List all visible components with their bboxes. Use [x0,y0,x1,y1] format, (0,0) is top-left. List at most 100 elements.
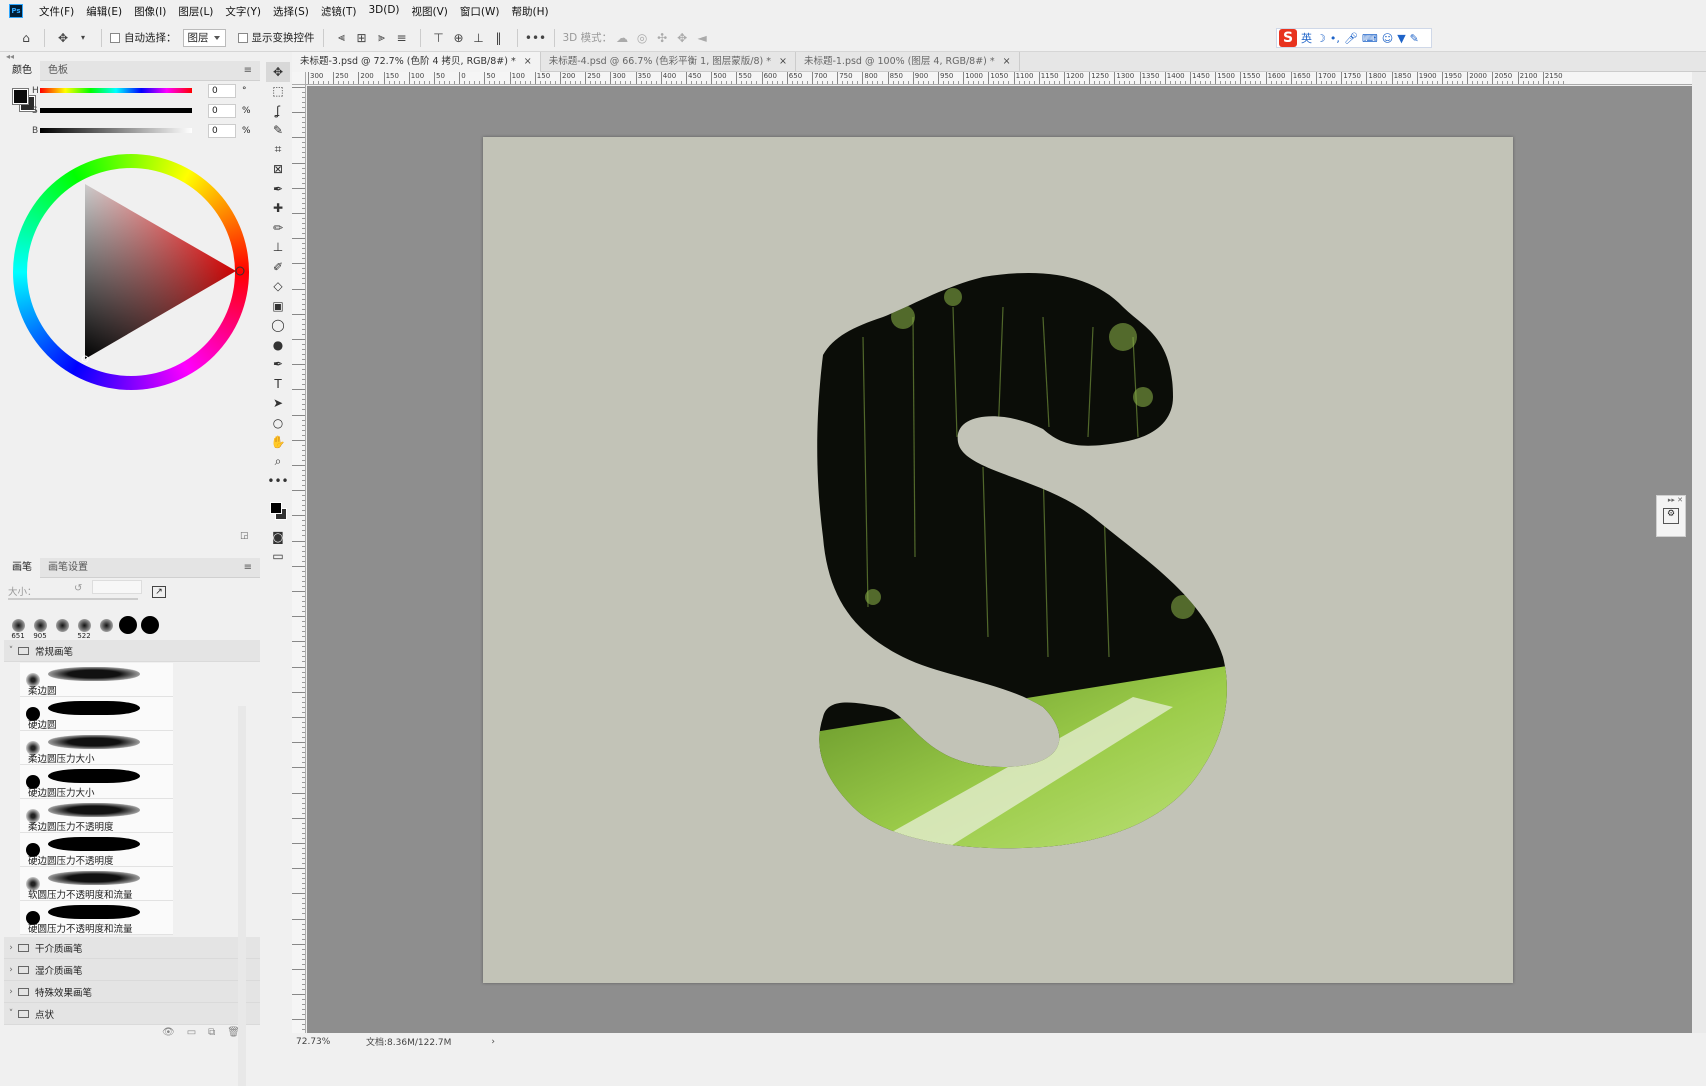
3d-pan-icon[interactable]: ✣ [655,31,669,45]
move-tool-icon[interactable]: ✥ [56,31,70,45]
brush-list-scrollbar[interactable] [238,706,246,1086]
menu-item-8[interactable]: 视图(V) [406,4,454,19]
brush-preset[interactable]: 651 [8,614,28,640]
screen-mode-icon[interactable]: ▭ [266,547,290,567]
tab-color[interactable]: 颜色 [4,60,40,81]
eraser-tool-icon[interactable]: ◇ [266,277,290,297]
type-tool-icon[interactable]: T [266,374,290,394]
brush-item[interactable]: 硬边圆 [20,697,173,731]
close-icon[interactable]: × [1003,52,1011,72]
3d-roll-icon[interactable]: ◎ [635,31,649,45]
distribute-v-icon[interactable]: ‖ [492,31,506,45]
new-group-icon[interactable]: ▭ [187,1027,196,1038]
distribute-icon[interactable]: ≡ [395,31,409,45]
keyboard-icon[interactable]: ⌨ [1362,32,1378,45]
color-wheel[interactable] [13,154,249,390]
align-right-icon[interactable]: ⫸ [375,30,389,45]
3d-slide-icon[interactable]: ✥ [675,31,689,45]
show-transform-checkbox[interactable] [237,32,248,43]
fg-bg-color-icon[interactable] [266,497,290,527]
eyedropper-tool-icon[interactable]: ✒ [266,179,290,199]
healing-tool-icon[interactable]: ✚ [266,199,290,219]
frame-tool-icon[interactable]: ⊠ [266,160,290,180]
brush-group[interactable]: › 干介质画笔 [4,937,260,959]
brush-group[interactable]: › 湿介质画笔 [4,959,260,981]
close-icon[interactable]: × [524,52,532,72]
brush-item[interactable]: 硬圆压力不透明度和流量 [20,901,173,935]
close-icon[interactable]: × [779,52,787,72]
tab-brushes[interactable]: 画笔 [4,557,40,578]
hue-value[interactable]: 0 [208,83,236,98]
chevron-down-icon[interactable]: ˅ [4,1009,18,1019]
brush-item[interactable]: 软圆压力不透明度和流量 [20,867,173,901]
chevron-down-icon[interactable]: ▾ [76,31,90,45]
document-canvas[interactable] [483,137,1513,983]
menu-item-6[interactable]: 滤镜(T) [315,4,363,19]
brush-tool-icon[interactable]: ✏ [266,218,290,238]
properties-icon[interactable]: ⚙ [1663,508,1679,524]
3d-orbit-icon[interactable]: ☁ [615,31,629,45]
menu-item-5[interactable]: 选择(S) [267,4,315,19]
color-triangle[interactable] [13,154,249,390]
align-hcenter-icon[interactable]: ⊞ [355,31,369,45]
panel-menu-icon[interactable]: ≡ [236,61,260,81]
more-options-icon[interactable]: ••• [525,31,546,45]
brush-item[interactable]: 柔边圆压力不透明度 [20,799,173,833]
brush-item[interactable]: 硬边圆压力不透明度 [20,833,173,867]
menu-item-2[interactable]: 图像(I) [128,4,172,19]
vertical-scrollbar[interactable] [1692,72,1706,1033]
brush-group[interactable]: › 特殊效果画笔 [4,981,260,1003]
moon-icon[interactable]: ☽ [1316,32,1326,45]
brush-preset[interactable] [96,614,116,636]
blur-tool-icon[interactable]: ◯ [266,316,290,336]
menu-item-3[interactable]: 图层(L) [172,4,219,19]
3d-camera-icon[interactable]: ◄ [695,31,709,45]
floating-panel[interactable]: ▸▸ ✕ ⚙ [1656,495,1686,537]
menu-item-1[interactable]: 编辑(E) [80,4,128,19]
brightness-slider[interactable] [40,128,192,133]
align-vcenter-icon[interactable]: ⊕ [452,31,466,45]
lasso-tool-icon[interactable]: ʆ [266,101,290,121]
panel-menu-icon[interactable]: ≡ [236,558,260,578]
brush-item[interactable]: 柔边圆 [20,663,173,697]
chevron-right-icon[interactable]: › [4,943,18,953]
crop-tool-icon[interactable]: ⌗ [266,140,290,160]
user-icon[interactable]: ☺ [1382,32,1393,45]
hue-slider[interactable] [40,88,192,93]
shirt-icon[interactable]: ▼ [1397,32,1405,45]
ellipse-tool-icon[interactable]: ○ [266,413,290,433]
panel-resize-icon[interactable]: ◲ [240,531,249,541]
tab-brush-settings[interactable]: 画笔设置 [40,558,96,578]
zoom-tool-icon[interactable]: ⌕ [266,452,290,472]
saturation-slider[interactable] [40,108,192,113]
ime-toolbar[interactable]: S 英 ☽ •, 🎤︎ ⌨ ☺ ▼ ✎ [1276,28,1432,48]
new-brush-icon[interactable]: ↗ [152,586,166,598]
menu-item-4[interactable]: 文字(Y) [219,4,267,19]
auto-select-dropdown[interactable]: 图层 [182,28,226,47]
ime-lang[interactable]: 英 [1301,30,1312,46]
zoom-level[interactable]: 72.73% [296,1037,356,1047]
tab-swatches[interactable]: 色板 [40,61,76,81]
history-brush-icon[interactable]: ✐ [266,257,290,277]
move-tool-icon[interactable]: ✥ [266,62,290,82]
home-icon[interactable]: ⌂ [19,31,33,45]
stamp-tool-icon[interactable]: ⊥ [266,238,290,258]
chevron-right-icon[interactable]: › [4,987,18,997]
align-left-icon[interactable]: ⫷ [335,30,349,45]
document-tab[interactable]: 未标题-3.psd @ 72.7% (色阶 4 拷贝, RGB/8#) * × [292,52,541,72]
dodge-tool-icon[interactable]: ● [266,335,290,355]
menu-item-9[interactable]: 窗口(W) [454,4,506,19]
path-select-icon[interactable]: ➤ [266,394,290,414]
document-tab[interactable]: 未标题-1.psd @ 100% (图层 4, RGB/8#) * × [796,52,1020,72]
gradient-tool-icon[interactable]: ▣ [266,296,290,316]
pen-tool-icon[interactable]: ✒ [266,355,290,375]
chevron-right-icon[interactable]: › [4,965,18,975]
menu-item-0[interactable]: 文件(F) [33,4,80,19]
brush-size-input[interactable] [92,580,142,594]
brush-preset[interactable] [140,614,160,636]
status-expand-icon[interactable]: › [491,1037,495,1047]
align-top-icon[interactable]: ⊤ [432,31,446,45]
quick-mask-icon[interactable]: ◙ [266,527,290,547]
photoshop-app-icon[interactable]: Ps [9,4,23,18]
brush-preset[interactable] [118,614,138,636]
